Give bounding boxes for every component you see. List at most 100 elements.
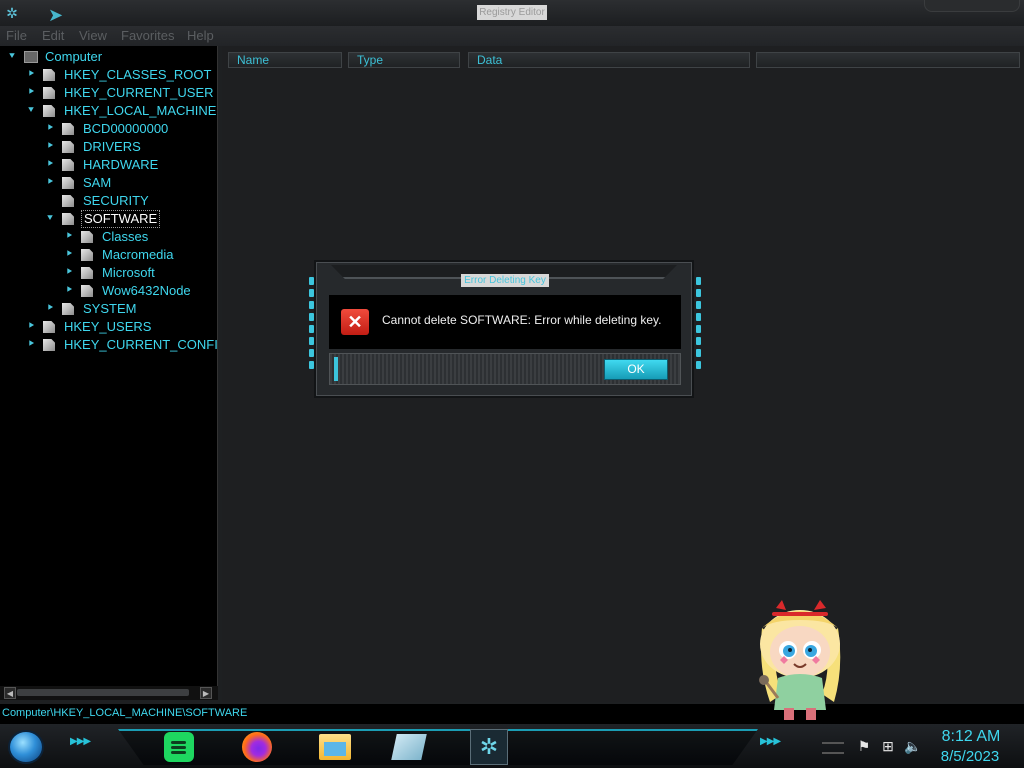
registry-folder-icon <box>62 159 74 171</box>
registry-tree[interactable]: ⯆ Computer ⯈ HKEY_CLASSES_ROOT ⯈ HKEY_CURRE… <box>0 46 218 686</box>
tree-item-hkey_classes_root[interactable]: ⯈ HKEY_CLASSES_ROOT <box>25 66 213 84</box>
spotify-icon <box>164 732 194 762</box>
tree-item-label: SECURITY <box>83 193 149 208</box>
tree-item-label: BCD00000000 <box>83 121 169 136</box>
expand-arrow-icon[interactable]: ⯈ <box>25 321 37 333</box>
registry-editor-icon <box>391 734 427 760</box>
menu-edit[interactable]: Edit <box>42 28 64 44</box>
menu-favorites[interactable]: Favorites <box>121 28 174 44</box>
volume-icon[interactable]: 🔈 <box>904 738 921 754</box>
expand-arrow-icon[interactable]: ⯈ <box>44 141 56 153</box>
tree-item-label: Macromedia <box>102 247 174 262</box>
dialog-right-decoration <box>696 277 701 385</box>
tree-item-wow6432node[interactable]: ⯈ Wow6432Node <box>63 282 193 300</box>
registry-editor-app-icon[interactable]: ✲ <box>3 4 21 22</box>
scroll-right-arrow-icon[interactable]: ▶ <box>200 687 212 699</box>
scroll-left-arrow-icon[interactable]: ◀ <box>4 687 16 699</box>
dialog-left-decoration <box>309 277 314 385</box>
clock-time[interactable]: 8:12 AM <box>938 728 1004 746</box>
column-header-data[interactable]: Data <box>468 52 750 68</box>
menu-help[interactable]: Help <box>187 28 214 44</box>
tree-item-drivers[interactable]: ⯈ DRIVERS <box>44 138 143 156</box>
window-title: Registry Editor <box>477 5 547 20</box>
expand-arrow-icon[interactable]: ⯈ <box>44 159 56 171</box>
registry-folder-icon <box>62 303 74 315</box>
expand-arrow-icon[interactable]: ⯈ <box>25 69 37 81</box>
tree-item-security[interactable]: SECURITY <box>44 192 151 210</box>
registry-folder-icon <box>62 141 74 153</box>
tree-item-label: HKEY_CLASSES_ROOT <box>64 67 212 82</box>
dialog-footer: OK <box>329 353 681 385</box>
tree-item-label: Microsoft <box>102 265 155 280</box>
column-header-name[interactable]: Name <box>228 52 342 68</box>
tree-item-label: SOFTWARE <box>81 210 161 228</box>
start-button[interactable] <box>8 730 44 764</box>
computer-icon <box>24 51 38 63</box>
expand-arrow-icon[interactable]: ⯈ <box>63 249 75 261</box>
taskbar-app-spotify[interactable] <box>160 729 198 765</box>
caption-buttons[interactable] <box>924 0 1020 12</box>
title-bar[interactable]: ✲ ➤ Registry Editor <box>0 0 1024 26</box>
error-message: Cannot delete SOFTWARE: Error while dele… <box>382 313 662 327</box>
clock-date[interactable]: 8/5/2023 <box>932 748 1008 765</box>
tree-item-label: SYSTEM <box>83 301 137 316</box>
collapse-arrow-icon[interactable]: ⯆ <box>25 105 37 117</box>
dialog-title: Error Deleting Key <box>461 274 549 287</box>
tree-item-classes[interactable]: ⯈ Classes <box>63 228 150 246</box>
error-x-icon: ✕ <box>341 309 369 335</box>
tree-item-hkey_current_confi[interactable]: ⯈ HKEY_CURRENT_CONFI <box>25 336 217 354</box>
firefox-icon <box>242 732 272 762</box>
taskbar-app-file-explorer[interactable] <box>316 729 354 765</box>
regedit-active-icon: ✲ <box>479 734 499 759</box>
tray-overflow-icon[interactable] <box>822 742 844 754</box>
tree-item-label: Wow6432Node <box>102 283 191 298</box>
tree-item-system[interactable]: ⯈ SYSTEM <box>44 300 138 318</box>
taskbar-app-registry-editor[interactable] <box>390 729 428 765</box>
tree-item-label: Classes <box>102 229 149 244</box>
tree-item-macromedia[interactable]: ⯈ Macromedia <box>63 246 176 264</box>
taskbar-app-regedit-active[interactable]: ✲ <box>470 729 508 765</box>
tree-item-bcd00000000[interactable]: ⯈ BCD00000000 <box>44 120 170 138</box>
registry-folder-icon <box>62 177 74 189</box>
registry-folder-icon <box>43 87 55 99</box>
menu-view[interactable]: View <box>79 28 107 44</box>
collapse-arrow-icon[interactable]: ⯆ <box>44 213 56 225</box>
scroll-thumb[interactable] <box>17 689 189 696</box>
tree-item-hkey_current_user[interactable]: ⯈ HKEY_CURRENT_USER <box>25 84 216 102</box>
registry-folder-icon <box>43 105 55 117</box>
error-dialog: Error Deleting Key ✕ Cannot delete SOFTW… <box>309 262 701 396</box>
registry-folder-icon <box>81 231 93 243</box>
registry-folder-icon <box>81 267 93 279</box>
tree-item-hkey_users[interactable]: ⯈ HKEY_USERS <box>25 318 153 336</box>
column-header-type[interactable]: Type <box>348 52 460 68</box>
expand-arrow-icon[interactable]: ⯆ <box>6 51 18 63</box>
tree-item-sam[interactable]: ⯈ SAM <box>44 174 113 192</box>
network-icon[interactable]: ⊞ <box>880 738 896 754</box>
tree-item-label: HKEY_CURRENT_USER <box>64 85 214 100</box>
expand-arrow-icon[interactable]: ⯈ <box>63 267 75 279</box>
flag-icon[interactable]: ⚑ <box>856 738 872 754</box>
ok-button[interactable]: OK <box>604 359 668 380</box>
tree-item-label: HARDWARE <box>83 157 159 172</box>
tree-item-computer[interactable]: ⯆ Computer <box>6 48 104 66</box>
tree-item-hkey_local_machine[interactable]: ⯆ HKEY_LOCAL_MACHINE <box>25 102 217 120</box>
expand-arrow-icon[interactable]: ⯈ <box>25 87 37 99</box>
expand-arrow-icon[interactable]: ⯈ <box>63 285 75 297</box>
expand-arrow-icon[interactable]: ⯈ <box>44 123 56 135</box>
expand-arrow-icon[interactable]: ⯈ <box>44 303 56 315</box>
expand-arrow-icon[interactable]: ⯈ <box>25 339 37 351</box>
dialog-body: ✕ Cannot delete SOFTWARE: Error while de… <box>329 295 681 349</box>
expand-arrow-icon[interactable]: ⯈ <box>63 231 75 243</box>
taskbar-decoration-left: ▶▶▶ <box>70 736 91 747</box>
tree-horizontal-scrollbar[interactable]: ◀ ▶ <box>0 686 218 700</box>
tree-item-microsoft[interactable]: ⯈ Microsoft <box>63 264 157 282</box>
tree-item-software[interactable]: ⯆ SOFTWARE <box>44 210 161 228</box>
taskbar-app-firefox[interactable] <box>238 729 276 765</box>
taskbar-track <box>118 729 758 765</box>
column-header-empty[interactable] <box>756 52 1020 68</box>
tree-item-hardware[interactable]: ⯈ HARDWARE <box>44 156 160 174</box>
menu-bar: File Edit View Favorites Help <box>0 26 1024 46</box>
menu-file[interactable]: File <box>6 28 27 44</box>
taskbar-decoration-right: ▶▶▶ <box>760 736 781 747</box>
expand-arrow-icon[interactable]: ⯈ <box>44 177 56 189</box>
